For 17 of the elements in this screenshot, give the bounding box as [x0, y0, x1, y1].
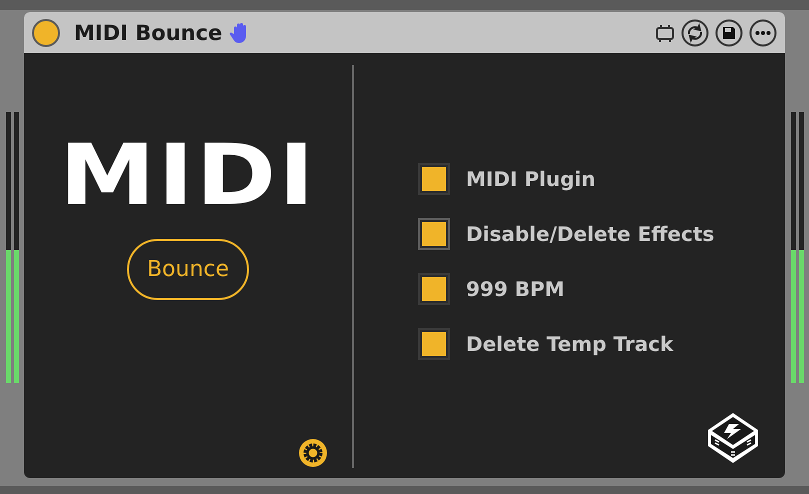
- calendar-icon[interactable]: [655, 22, 675, 42]
- checkbox[interactable]: [418, 163, 450, 195]
- midi-logo: MIDI: [59, 133, 317, 217]
- option-label: MIDI Plugin: [466, 167, 596, 191]
- bounce-button[interactable]: Bounce: [126, 239, 250, 300]
- sync-icon[interactable]: [681, 18, 709, 46]
- power-toggle[interactable]: [32, 18, 60, 46]
- checkbox[interactable]: [418, 273, 450, 305]
- settings-icon[interactable]: [298, 438, 328, 468]
- device-title: MIDI Bounce: [74, 20, 222, 44]
- option-label: 999 BPM: [466, 277, 565, 301]
- more-icon[interactable]: [749, 18, 777, 46]
- checkbox[interactable]: [418, 328, 450, 360]
- save-icon[interactable]: [715, 18, 743, 46]
- option-label: Delete Temp Track: [466, 332, 674, 356]
- option-label: Disable/Delete Effects: [466, 222, 714, 246]
- checkbox[interactable]: [418, 218, 450, 250]
